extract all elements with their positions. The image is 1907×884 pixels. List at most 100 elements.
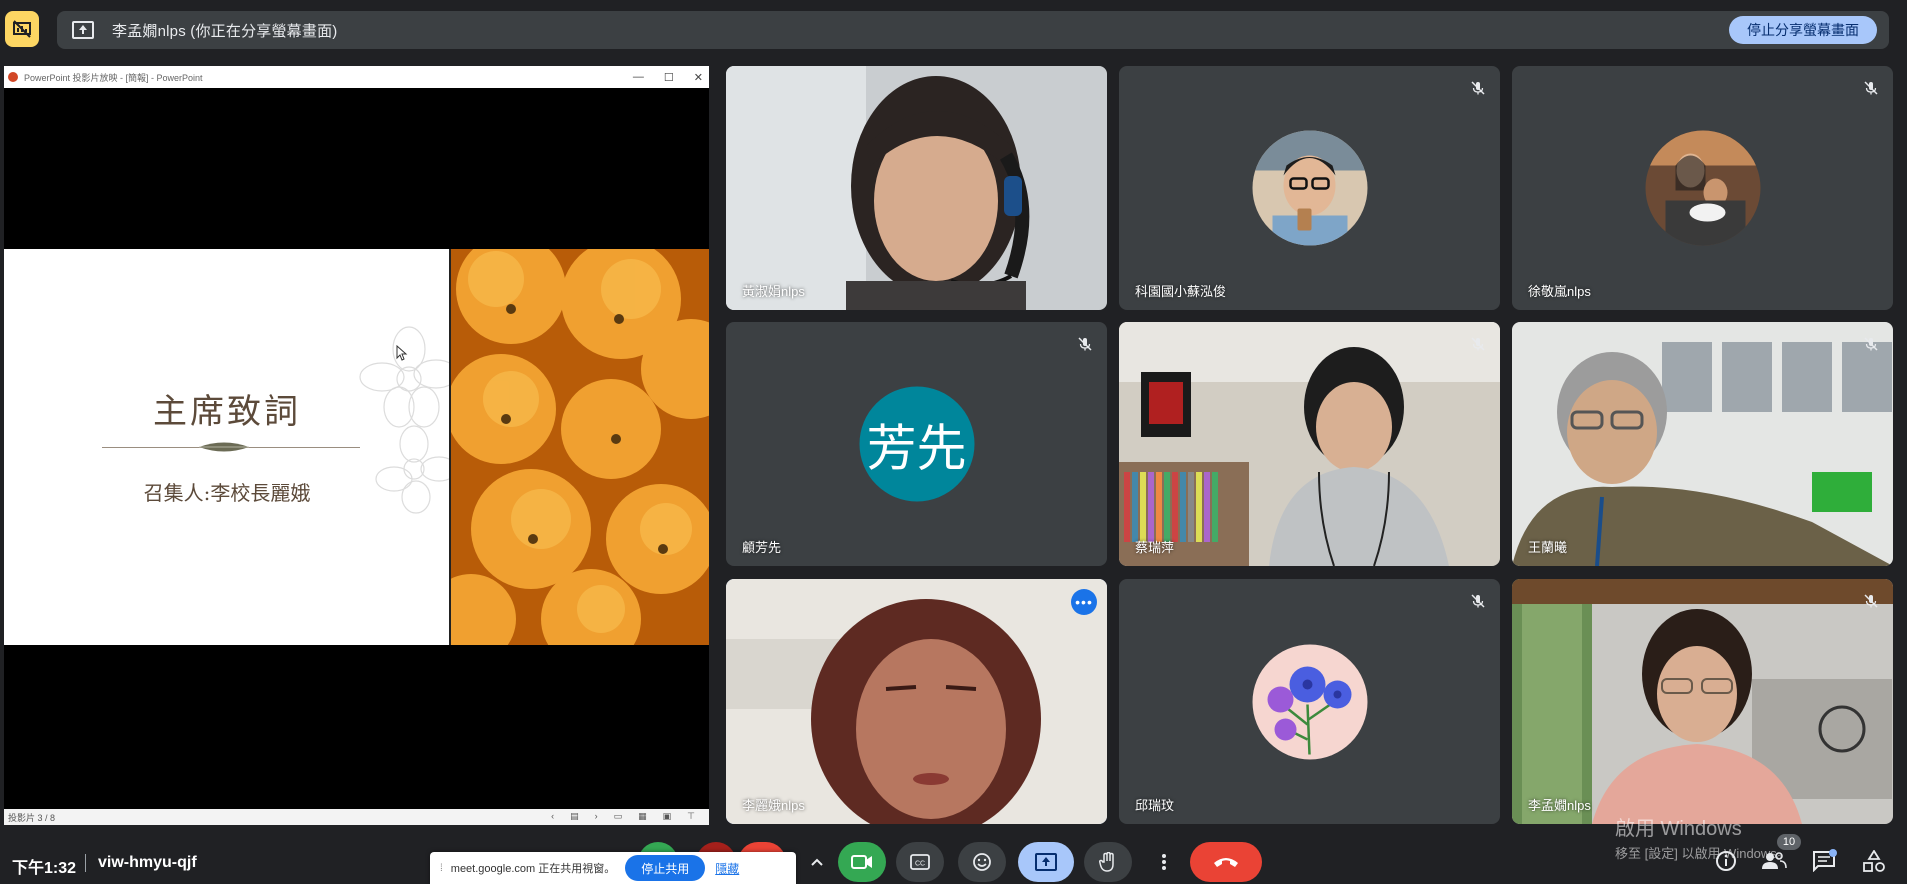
participant-tile[interactable]: 李孟嫺nlps [1512,579,1893,824]
people-count-badge: 10 [1777,834,1801,850]
raise-hand-button[interactable] [1084,842,1132,882]
divider [85,854,86,872]
prev-slide-icon[interactable]: ‹ [551,811,554,822]
initials-avatar: 芳先 [859,386,974,502]
leave-call-button[interactable] [1190,842,1262,882]
avatar [1645,130,1760,246]
participant-name: 徐敬嵐nlps [1528,284,1591,299]
participant-tile[interactable]: 科園國小蘇泓俊 [1119,66,1500,310]
meeting-code: viw-hmyu-qjf [98,854,197,871]
captions-button[interactable]: CC [896,842,944,882]
emoji-icon [973,853,991,871]
presentation-off-icon [13,20,31,38]
ppt-window-title: PowerPoint 投影片放映 - [簡報] - PowerPoint [24,72,203,83]
mic-off-icon [1864,337,1878,351]
participant-name: 蔡瑞萍 [1135,540,1175,555]
emoji-reaction-button[interactable] [958,842,1006,882]
slide-counter: 投影片 3 / 8 [8,812,56,823]
participant-tile[interactable]: 徐敬嵐nlps [1512,66,1893,310]
mic-off-icon [1471,594,1485,608]
chat-notification-dot [1829,849,1837,857]
meeting-info-button[interactable] [1715,850,1737,876]
participant-video [1512,322,1893,566]
info-icon [1716,851,1736,871]
slide-sorter-icon[interactable]: ▤ [570,811,579,822]
participant-tile-active[interactable]: ••• 李麗娥nlps [726,579,1107,824]
participant-tile[interactable]: 芳先 顧芳先 [726,322,1107,566]
bottom-toolbar: 下午1:32 viw-hmyu-qjf CC [0,842,1907,884]
present-now-button[interactable] [1018,842,1074,882]
reading-view-icon[interactable]: ▣ [663,811,672,822]
more-audio-options-button[interactable] [800,842,834,882]
close-icon[interactable]: ✕ [694,71,703,84]
people-button[interactable] [1761,850,1787,876]
drag-handle-icon[interactable]: ⁞ [440,863,443,874]
slide: 主席致詞 召集人:李校長麗娥 [4,249,709,645]
participant-name: 黃淑娟nlps [742,284,805,299]
chevron-up-icon [811,858,823,866]
participant-video [1512,579,1893,824]
participant-name: 王蘭曦 [1528,540,1568,555]
more-options-button[interactable] [1144,842,1184,882]
screen-share-notice: ⁞ meet.google.com 正在共用視窗。 停止共用 隱藏 [430,852,796,884]
ppt-title-bar: PowerPoint 投影片放映 - [簡報] - PowerPoint — ☐… [4,66,709,88]
top-bar: 李孟嫺nlps (你正在分享螢幕畫面) 停止分享螢幕畫面 [0,0,1907,58]
participant-name: 科園國小蘇泓俊 [1135,284,1227,299]
hide-notice-link[interactable]: 隱藏 [715,860,739,877]
stop-share-button[interactable]: 停止共用 [625,855,706,881]
participant-name: 李麗娥nlps [742,798,805,813]
maximize-icon[interactable]: ☐ [664,71,674,84]
slide-subtitle: 召集人:李校長麗娥 [143,481,311,505]
watermark-line1: 啟用 Windows [1615,818,1742,840]
window-controls: — ☐ ✕ [633,66,703,88]
poppy-flowers-image [451,249,709,645]
ppt-status-bar: 投影片 3 / 8 ‹ ▤ › ▭ ▦ ▣ ⊤ [4,809,709,825]
participant-name: 顧芳先 [742,540,782,555]
ppt-status-controls: ‹ ▤ › ▭ ▦ ▣ ⊤ [551,811,695,822]
stop-sharing-button[interactable]: 停止分享螢幕畫面 [1729,16,1877,44]
mic-off-icon [1471,81,1485,95]
hand-icon [1099,852,1114,872]
presentation-warning-button[interactable] [5,11,39,47]
mouse-cursor-icon [396,345,408,361]
slide-title: 主席致詞 [153,392,301,432]
participant-name: 邱瑞玟 [1135,798,1175,813]
normal-view-icon[interactable]: ▭ [614,811,623,822]
activities-button[interactable] [1862,849,1886,876]
powerpoint-icon [8,72,18,82]
mic-off-icon [1471,337,1485,351]
participant-video [726,579,1107,824]
presenter-title: 李孟嫺nlps (你正在分享螢幕畫面) [112,22,338,40]
avatar [1252,130,1367,246]
mic-off-icon [1078,337,1092,351]
present-screen-icon [72,21,94,39]
mic-off-icon [1864,594,1878,608]
avatar [1252,644,1367,759]
people-icon [1762,852,1787,869]
participant-tile[interactable]: 王蘭曦 [1512,322,1893,566]
more-vert-icon [1162,854,1166,870]
participant-tile[interactable]: 黃淑娟nlps [726,66,1107,310]
mic-off-icon [1864,81,1878,95]
next-slide-icon[interactable]: › [595,811,598,822]
shared-powerpoint-window: PowerPoint 投影片放映 - [簡報] - PowerPoint — ☐… [4,66,709,825]
participant-tile[interactable]: 蔡瑞萍 [1119,322,1500,566]
slide-text-panel: 主席致詞 召集人:李校長麗娥 [4,249,459,645]
meet-window: 李孟嫺nlps (你正在分享螢幕畫面) 停止分享螢幕畫面 PowerPoint … [0,0,1907,884]
grid-view-icon[interactable]: ▦ [638,811,647,822]
leaf-ornament-icon [199,442,249,452]
svg-text:CC: CC [915,861,925,868]
share-status-bar: 李孟嫺nlps (你正在分享螢幕畫面) 停止分享螢幕畫面 [57,11,1889,49]
videocam-icon [851,855,872,869]
participant-tile[interactable]: 邱瑞玟 [1119,579,1500,824]
meeting-time: 下午1:32 [12,860,77,877]
participant-name: 李孟嫺nlps [1528,798,1591,813]
share-notice-message: meet.google.com 正在共用視窗。 [450,863,616,875]
camera-toggle-button[interactable] [838,842,886,882]
more-options-button[interactable]: ••• [1071,589,1097,615]
slideshow-icon[interactable]: ⊤ [687,811,695,822]
closed-captions-icon: CC [910,854,930,870]
activities-icon [1863,849,1885,872]
minimize-icon[interactable]: — [633,71,644,83]
participant-video [726,66,1107,310]
